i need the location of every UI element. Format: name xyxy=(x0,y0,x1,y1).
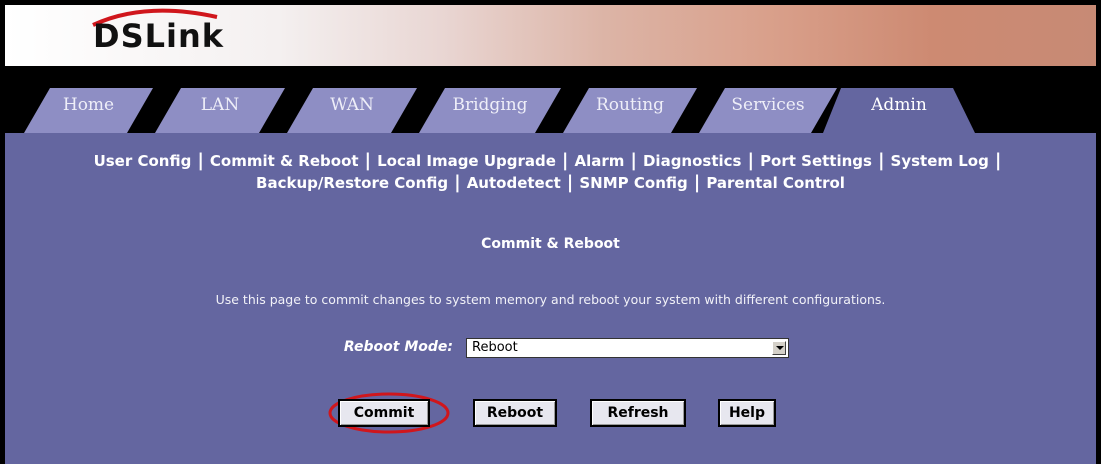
tab-services[interactable]: Services xyxy=(699,88,837,133)
reboot-mode-select[interactable]: Reboot xyxy=(466,338,789,358)
header-banner: DSLink xyxy=(5,5,1096,66)
page-description: Use this page to commit changes to syste… xyxy=(215,292,886,307)
submenu-row-2: Backup/Restore Config | Autodetect | SNMP Co… xyxy=(5,172,1096,194)
submenu-separator: | xyxy=(693,172,701,193)
submenu-separator: | xyxy=(630,150,637,171)
refresh-button[interactable]: Refresh xyxy=(590,399,686,427)
submenu-user-config[interactable]: User Config xyxy=(94,152,192,170)
submenu-separator: | xyxy=(566,172,574,193)
submenu-diagnostics[interactable]: Diagnostics xyxy=(643,152,742,170)
tab-admin[interactable]: Admin xyxy=(823,88,975,133)
submenu-alarm[interactable]: Alarm xyxy=(575,152,625,170)
tab-label: Home xyxy=(62,95,115,115)
page-container: DSLink Home LAN WAN Bridging Routing Ser… xyxy=(5,5,1096,464)
tab-label: LAN xyxy=(200,95,240,115)
dropdown-arrow-icon[interactable] xyxy=(772,341,786,355)
tab-label: Routing xyxy=(595,95,665,115)
submenu-separator: | xyxy=(454,172,461,193)
submenu-separator: | xyxy=(994,150,1002,171)
tab-wan[interactable]: WAN xyxy=(287,88,417,133)
submenu-separator: | xyxy=(747,150,755,171)
tab-home[interactable]: Home xyxy=(24,88,153,133)
tab-label: Admin xyxy=(871,95,927,115)
submenu-separator: | xyxy=(364,150,372,171)
tab-label: Bridging xyxy=(452,95,528,115)
submenu-system-log[interactable]: System Log xyxy=(891,152,989,170)
submenu-separator: | xyxy=(561,150,569,171)
tab-label: WAN xyxy=(330,95,374,115)
commit-button[interactable]: Commit xyxy=(338,399,430,427)
submenu-commit-reboot[interactable]: Commit & Reboot xyxy=(210,152,359,170)
help-button[interactable]: Help xyxy=(718,399,776,427)
tab-bridging[interactable]: Bridging xyxy=(419,88,561,133)
reboot-mode-label: Reboot Mode: xyxy=(343,339,453,355)
tab-lan[interactable]: LAN xyxy=(155,88,285,133)
submenu-backup-restore-config[interactable]: Backup/Restore Config xyxy=(256,174,448,192)
tab-label: Services xyxy=(731,95,805,115)
page-title: Commit & Reboot xyxy=(481,236,620,252)
submenu-separator: | xyxy=(197,150,204,171)
admin-submenu: User Config | Commit & Reboot | Local Image … xyxy=(5,150,1096,194)
submenu-local-image-upgrade[interactable]: Local Image Upgrade xyxy=(377,152,556,170)
submenu-row-1: User Config | Commit & Reboot | Local Image … xyxy=(5,150,1096,172)
reboot-button[interactable]: Reboot xyxy=(473,399,557,427)
main-tab-bar: Home LAN WAN Bridging Routing Services A… xyxy=(5,66,1096,133)
tab-routing[interactable]: Routing xyxy=(563,88,697,133)
submenu-snmp-config[interactable]: SNMP Config xyxy=(579,174,687,192)
router-admin-window: DSLink Home LAN WAN Bridging Routing Ser… xyxy=(0,0,1101,464)
reboot-mode-value: Reboot xyxy=(472,340,518,355)
submenu-port-settings[interactable]: Port Settings xyxy=(760,152,872,170)
submenu-parental-control[interactable]: Parental Control xyxy=(706,174,845,192)
submenu-separator: | xyxy=(877,150,885,171)
submenu-autodetect[interactable]: Autodetect xyxy=(467,174,561,192)
dslink-logo: DSLink xyxy=(93,17,225,55)
